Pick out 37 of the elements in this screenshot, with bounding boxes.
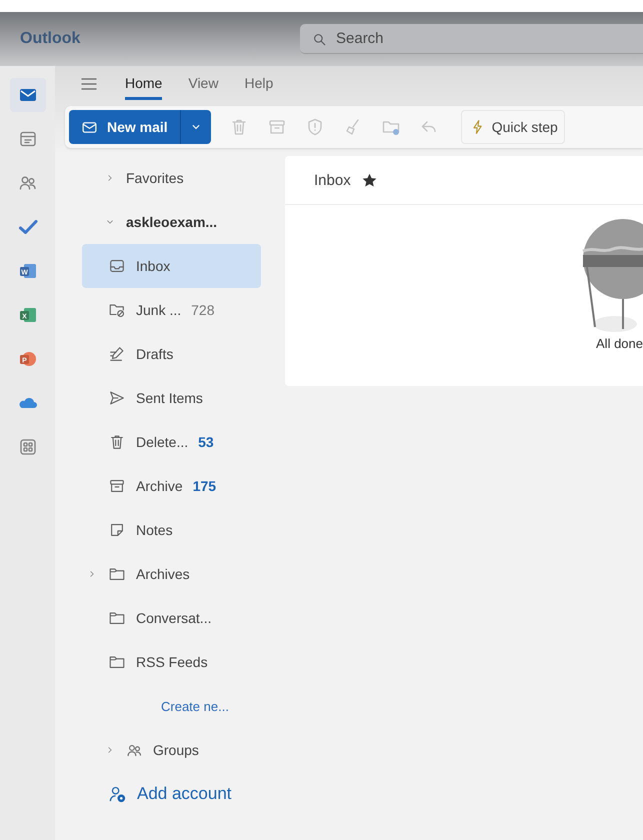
app-title: Outlook — [19, 30, 82, 48]
folder-item[interactable]: Notes — [82, 508, 261, 552]
folder-item[interactable]: Junk ... 728 — [82, 288, 261, 332]
new-mail-button[interactable]: New mail — [69, 110, 181, 144]
note-icon — [108, 521, 126, 539]
folder-item[interactable]: Conversat... — [82, 596, 261, 640]
empty-state-title: All done — [596, 336, 643, 351]
folder-item[interactable]: Archives — [82, 552, 261, 596]
folder-group-header[interactable]: Favorites — [82, 156, 281, 200]
archive-box-icon — [108, 477, 126, 495]
folder-group-header[interactable]: askleoexam... — [82, 200, 281, 244]
ribbon-tab[interactable]: Help — [244, 68, 274, 100]
pencil-lines-icon — [108, 345, 126, 363]
quick-steps-button[interactable]: Quick step — [460, 110, 565, 144]
star-icon[interactable] — [360, 172, 378, 188]
folder-group-header[interactable]: Groups — [82, 728, 281, 772]
ribbon-tab[interactable]: Home — [125, 68, 162, 100]
checkmark-icon — [18, 217, 38, 237]
search-field[interactable]: Search — [300, 24, 643, 54]
calendar-icon — [18, 129, 38, 149]
folder-item[interactable]: Inbox — [82, 244, 261, 288]
ribbon-tab[interactable]: View — [188, 68, 218, 100]
tray-icon — [108, 257, 126, 275]
trash-icon — [108, 433, 126, 451]
folder-item[interactable]: Archive 175 — [82, 464, 261, 508]
folder-item[interactable]: Drafts — [82, 332, 261, 376]
apps-grid-icon — [18, 437, 38, 457]
folder-item[interactable]: Sent Items — [82, 376, 261, 420]
person-add-icon — [108, 784, 127, 804]
add-account-link[interactable]: Add account — [82, 772, 281, 816]
folder-item[interactable]: Delete... 53 — [82, 420, 261, 464]
paper-plane-icon — [108, 389, 126, 407]
dropdown-button[interactable] — [180, 110, 211, 144]
folder-title: Inbox — [314, 172, 351, 188]
folder-item[interactable]: RSS Feeds — [82, 640, 261, 684]
rail-button[interactable] — [10, 78, 46, 112]
create-folder-link[interactable]: Create ne... — [82, 684, 281, 728]
